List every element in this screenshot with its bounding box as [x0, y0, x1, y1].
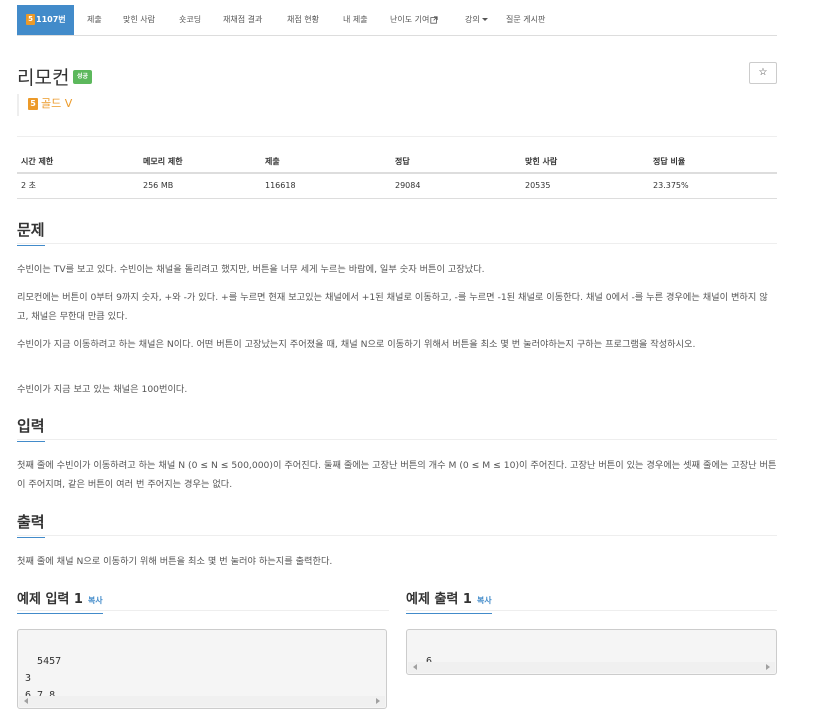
problem-paragraph: 수빈이가 지금 보고 있는 채널은 100번이다. [17, 384, 188, 395]
nav-tab-submit[interactable]: 제출 [87, 5, 102, 35]
horizontal-scrollbar[interactable] [19, 696, 385, 707]
table-header-cell: 제출 [261, 150, 391, 174]
copy-sample-input-button[interactable]: 복사 [88, 596, 103, 605]
divider [17, 535, 777, 536]
nav-tab-lectures[interactable]: 강의 [465, 5, 488, 35]
table-cell: 2 초 [17, 173, 139, 199]
chevron-down-icon [481, 18, 488, 21]
problem-paragraph: 수빈이가 지금 이동하려고 하는 채널은 N이다. 어떤 버튼이 고장났는지 주… [17, 339, 696, 350]
problem-nav: 5 1107번 제출 맞힌 사람 숏코딩 재채점 결과 채점 현황 내 제출 난이… [17, 5, 777, 36]
star-icon: ☆ [758, 67, 768, 78]
section-heading-problem: 문제 [17, 219, 45, 246]
nav-tab-qna[interactable]: 질문 게시판 [506, 5, 545, 35]
sample-input-box[interactable]: 5457 3 6 7 8 [17, 629, 387, 709]
nav-tab-difficulty[interactable]: 난이도 기여 [390, 5, 438, 35]
sample-output-title: 예제 출력 1 [406, 592, 472, 607]
sample-output-heading: 예제 출력 1 복사 [406, 588, 492, 614]
table-cell: 23.375% [649, 173, 777, 199]
divider [17, 243, 777, 244]
section-heading-output: 출력 [17, 511, 45, 538]
horizontal-scrollbar[interactable] [408, 662, 775, 673]
scroll-right-icon[interactable] [766, 664, 770, 670]
table-row: 2 초 256 MB 116618 29084 20535 23.375% [17, 173, 777, 199]
scroll-left-icon[interactable] [413, 664, 417, 670]
scroll-right-icon[interactable] [376, 698, 380, 704]
nav-tab-status[interactable]: 채점 현황 [287, 5, 319, 35]
table-header-cell: 메모리 제한 [139, 150, 261, 174]
nav-tab-problem[interactable]: 5 1107번 [17, 5, 74, 35]
divider [17, 136, 777, 137]
table-cell: 29084 [391, 173, 521, 199]
table-cell: 256 MB [139, 173, 261, 199]
output-description: 첫째 줄에 채널 N으로 이동하기 위해 버튼을 최소 몇 번 눌러야 하는지를… [17, 556, 333, 567]
nav-tab-rejudge[interactable]: 재채점 결과 [223, 5, 262, 35]
table-header-row: 시간 제한 메모리 제한 제출 정답 맞힌 사람 정답 비율 [17, 150, 777, 174]
nav-tab-difficulty-label: 난이도 기여 [390, 15, 430, 24]
nav-tab-solvers[interactable]: 맞힌 사람 [123, 5, 155, 35]
sample-input-title: 예제 입력 1 [17, 592, 83, 607]
copy-sample-output-button[interactable]: 복사 [477, 596, 492, 605]
nav-tab-problem-label: 1107번 [36, 15, 66, 24]
problem-tier: 5 골드 V [17, 94, 72, 116]
page-title: 리모컨 [17, 67, 70, 89]
problem-info-table: 시간 제한 메모리 제한 제출 정답 맞힌 사람 정답 비율 2 초 256 M… [17, 150, 777, 199]
nav-tab-short-coding[interactable]: 숏코딩 [179, 5, 201, 35]
status-badge: 성공 [73, 70, 93, 84]
external-link-icon [430, 15, 438, 24]
table-header-cell: 시간 제한 [17, 150, 139, 174]
divider [17, 439, 777, 440]
sample-output-box[interactable]: 6 [406, 629, 777, 675]
problem-paragraph: 수빈이는 TV를 보고 있다. 수빈이는 채널을 돌리려고 했지만, 버튼을 너… [17, 264, 485, 275]
tier-label: 골드 V [41, 97, 73, 110]
tier-icon: 5 [28, 98, 38, 110]
nav-tab-my-submissions[interactable]: 내 제출 [343, 5, 368, 35]
table-cell: 116618 [261, 173, 391, 199]
section-heading-input: 입력 [17, 415, 45, 442]
nav-tab-lectures-label: 강의 [465, 15, 480, 24]
sample-input-content: 5457 3 6 7 8 [25, 656, 62, 701]
tier-badge-icon: 5 [26, 14, 35, 25]
input-description: 첫째 줄에 수빈이가 이동하려고 하는 채널 N (0 ≤ N ≤ 500,00… [17, 460, 777, 490]
sample-input-heading: 예제 입력 1 복사 [17, 588, 103, 614]
problem-paragraph: 리모컨에는 버튼이 0부터 9까지 숫자, +와 -가 있다. +를 누르면 현… [17, 292, 768, 322]
scroll-left-icon[interactable] [24, 698, 28, 704]
table-header-cell: 정답 [391, 150, 521, 174]
table-cell: 20535 [521, 173, 649, 199]
table-header-cell: 맞힌 사람 [521, 150, 649, 174]
favorite-star-button[interactable]: ☆ [749, 62, 777, 84]
table-header-cell: 정답 비율 [649, 150, 777, 174]
